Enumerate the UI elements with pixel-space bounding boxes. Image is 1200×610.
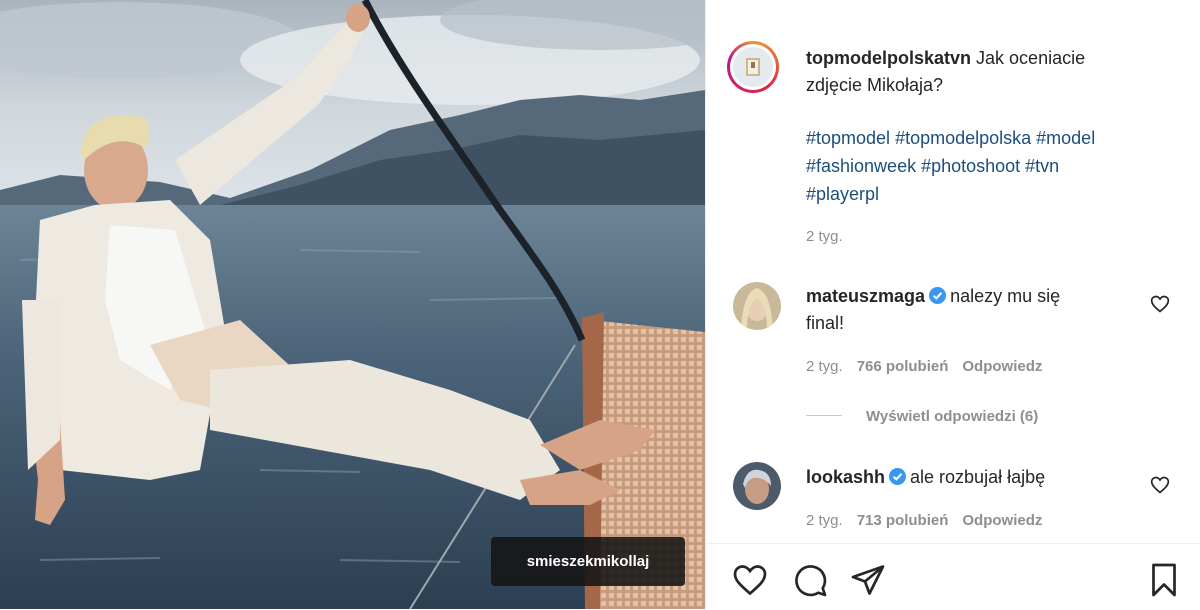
comment-meta: 2 tyg. 766 polubień Odpowiedz xyxy=(806,358,1042,375)
comment-meta: 2 tyg. 713 polubień Odpowiedz xyxy=(806,512,1042,529)
hashtag[interactable]: #photoshoot xyxy=(921,156,1020,176)
instagram-post-view: smieszekmikollaj topmodelpolskatvn Jak o… xyxy=(0,0,1200,609)
verified-badge-icon xyxy=(929,287,947,304)
reply-button[interactable]: Odpowiedz xyxy=(962,512,1042,529)
hashtag[interactable]: #playerpl xyxy=(806,184,879,204)
paper-plane-icon[interactable] xyxy=(850,562,886,598)
hashtag-list: #topmodel #topmodelpolska #model #fashionw… xyxy=(806,124,1176,208)
view-replies-button[interactable]: Wyświetl odpowiedzi (6) xyxy=(866,408,1038,425)
bookmark-icon[interactable] xyxy=(1146,562,1182,598)
comment-text-1: ale rozbujał łajbę xyxy=(910,467,1046,487)
avatar-photo-icon xyxy=(733,282,781,330)
comment: mateuszmaga nalezy mu się final! xyxy=(806,283,1126,337)
commenter-username[interactable]: lookashh xyxy=(806,467,885,487)
avatar-photo-icon xyxy=(733,462,781,510)
comment-text-2: final! xyxy=(806,313,845,333)
comment-text-1: nalezy mu się xyxy=(950,286,1061,306)
photo-illustration xyxy=(0,0,705,609)
like-comment-heart-icon[interactable] xyxy=(1150,294,1170,314)
hashtag[interactable]: #fashionweek xyxy=(806,156,916,176)
comment-time[interactable]: 2 tyg. xyxy=(806,358,843,375)
commenter-avatar[interactable] xyxy=(733,282,781,330)
tagged-user-label[interactable]: smieszekmikollaj xyxy=(491,537,685,586)
post-caption: topmodelpolskatvn Jak oceniacie zdjęcie … xyxy=(806,45,1166,99)
comment-likes[interactable]: 766 polubień xyxy=(857,358,949,375)
author-logo-icon xyxy=(733,47,773,87)
heart-icon[interactable] xyxy=(732,562,768,598)
comment-icon[interactable] xyxy=(792,562,828,598)
hashtag[interactable]: #model xyxy=(1036,128,1095,148)
hashtag[interactable]: #tvn xyxy=(1025,156,1059,176)
caption-text-1: Jak oceniacie xyxy=(976,48,1086,68)
caption-text-2: zdjęcie Mikołaja? xyxy=(806,75,944,95)
comment: lookashh ale rozbujał łajbę xyxy=(806,464,1126,491)
post-photo[interactable]: smieszekmikollaj xyxy=(0,0,705,609)
author-avatar[interactable] xyxy=(727,41,779,93)
author-username[interactable]: topmodelpolskatvn xyxy=(806,48,971,68)
reply-button[interactable]: Odpowiedz xyxy=(962,358,1042,375)
replies-divider xyxy=(806,415,842,416)
hashtag[interactable]: #topmodel xyxy=(806,128,890,148)
verified-badge-icon xyxy=(889,468,907,485)
post-side-panel: topmodelpolskatvn Jak oceniacie zdjęcie … xyxy=(705,0,1200,609)
like-comment-heart-icon[interactable] xyxy=(1150,475,1170,495)
commenter-username[interactable]: mateuszmaga xyxy=(806,286,925,306)
hashtag[interactable]: #topmodelpolska xyxy=(895,128,1031,148)
comment-likes[interactable]: 713 polubień xyxy=(857,512,949,529)
post-time[interactable]: 2 tyg. xyxy=(806,228,843,245)
commenter-avatar[interactable] xyxy=(733,462,781,510)
comment-time[interactable]: 2 tyg. xyxy=(806,512,843,529)
post-action-bar xyxy=(706,543,1200,610)
